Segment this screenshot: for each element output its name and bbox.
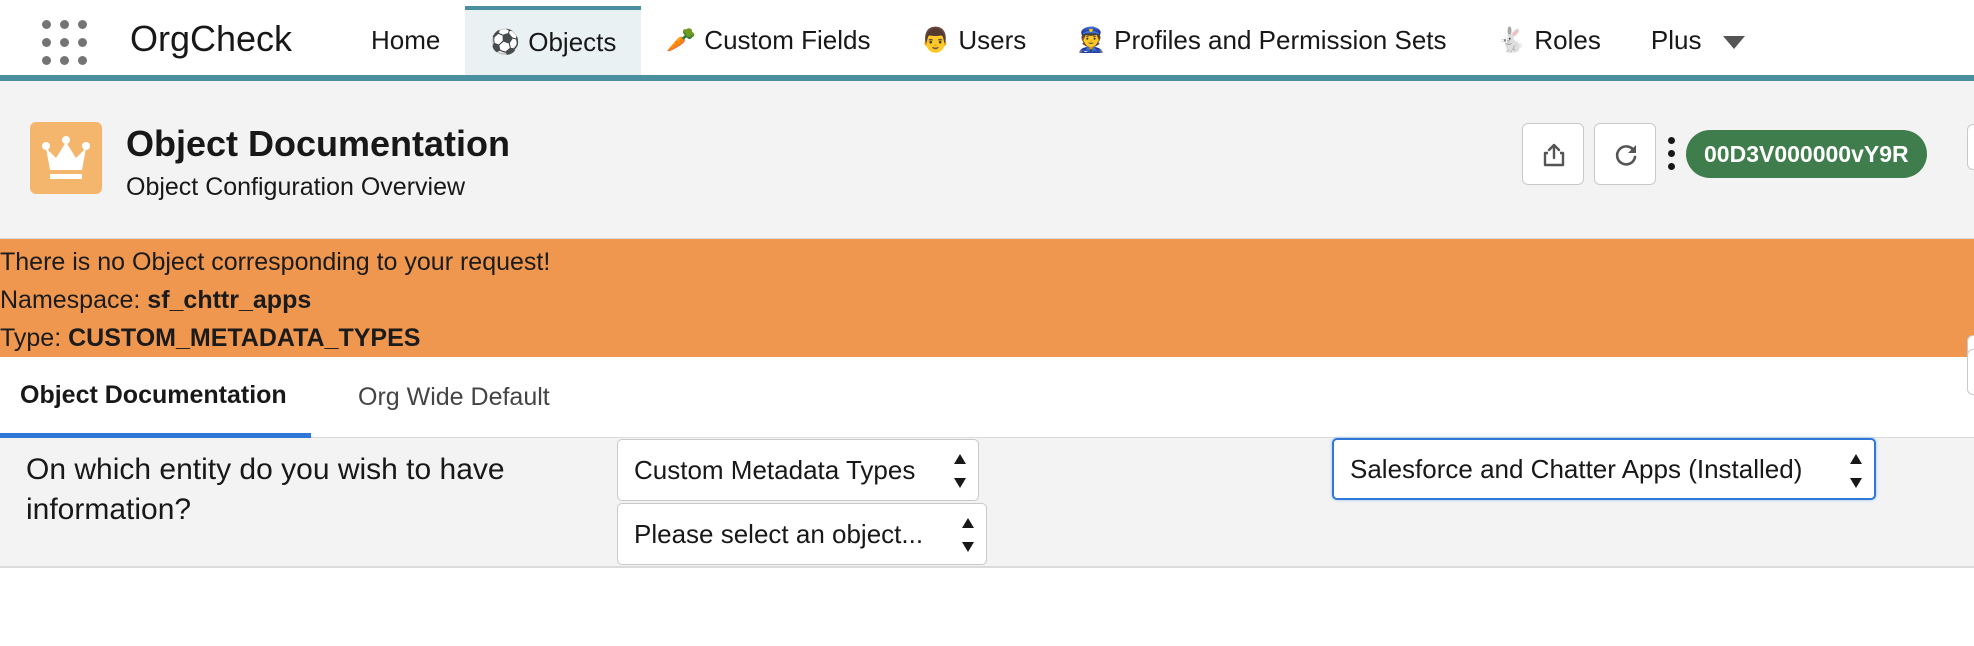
namespace-label: Namespace:	[0, 286, 148, 314]
banner-type: Type: CUSTOM_METADATA_TYPES	[0, 319, 1974, 357]
nav-item-label: Plus	[1650, 25, 1702, 55]
page-header: Object Documentation Object Configuratio…	[0, 81, 1974, 239]
object-select[interactable]: Please select an object...	[617, 503, 987, 565]
nav-item-label: Profiles and Permission Sets	[1114, 25, 1447, 55]
refresh-icon	[1615, 145, 1637, 166]
app-name: OrgCheck	[130, 18, 293, 59]
type-label: Type:	[0, 324, 69, 352]
selection-panel: On which entity do you wish to have info…	[0, 438, 1974, 568]
nav-item-objects[interactable]: ⚽ Objects	[465, 6, 642, 75]
page-subtitle: Object Configuration Overview	[126, 173, 466, 201]
select-arrows-icon	[954, 454, 966, 488]
nav-item-plus[interactable]: Plus	[1626, 6, 1771, 75]
rabbit-icon: 🐇	[1496, 27, 1527, 54]
nav-item-label: Objects	[528, 27, 617, 57]
share-icon	[1543, 143, 1565, 167]
select-arrows-icon	[1850, 454, 1862, 488]
select-arrows-icon	[962, 518, 974, 552]
metadata-type-select[interactable]: Custom Metadata Types	[617, 439, 979, 501]
side-panel-handle[interactable]	[1967, 124, 1974, 170]
app-launcher-icon[interactable]	[42, 20, 88, 66]
org-id-badge: 00D3V000000vY9R	[1686, 130, 1927, 178]
nav-item-label: Custom Fields	[704, 25, 871, 55]
object-select-value: Please select an object...	[634, 518, 924, 549]
tab-bar: Object Documentation Org Wide Default	[0, 349, 1974, 438]
nav-item-roles[interactable]: 🐇 Roles	[1472, 6, 1626, 75]
caret-down-icon	[1723, 36, 1746, 49]
banner-namespace: Namespace: sf_chttr_apps	[0, 281, 1974, 319]
page-title: Object Documentation	[126, 123, 511, 164]
type-value: CUSTOM_METADATA_TYPES	[68, 324, 421, 352]
share-button[interactable]	[1522, 123, 1584, 185]
tab-object-documentation[interactable]: Object Documentation	[0, 357, 311, 438]
nav-items: Home ⚽ Objects 🥕 Custom Fields 👨 Users 👮…	[346, 6, 1770, 75]
nav-item-users[interactable]: 👨 Users	[895, 6, 1051, 75]
warning-banner: There is no Object corresponding to your…	[0, 239, 1974, 381]
nav-item-home[interactable]: Home	[346, 6, 465, 75]
refresh-button[interactable]	[1594, 123, 1656, 185]
carrot-icon: 🥕	[666, 27, 697, 54]
nav-item-label: Users	[958, 25, 1027, 55]
namespace-value: sf_chttr_apps	[147, 286, 312, 314]
package-select[interactable]: Salesforce and Chatter Apps (Installed)	[1332, 438, 1876, 500]
top-navigation: OrgCheck Home ⚽ Objects 🥕 Custom Fields …	[0, 0, 1974, 81]
side-panel-handle[interactable]	[1967, 349, 1974, 395]
soccer-ball-icon: ⚽	[490, 29, 521, 56]
more-options-icon[interactable]	[1666, 137, 1676, 171]
crown-icon	[30, 122, 102, 194]
man-icon: 👨	[920, 27, 951, 54]
police-officer-icon: 👮	[1076, 27, 1107, 54]
tab-org-wide-default[interactable]: Org Wide Default	[358, 357, 550, 438]
nav-item-custom-fields[interactable]: 🥕 Custom Fields	[641, 6, 895, 75]
nav-item-label: Home	[371, 25, 441, 55]
package-select-value: Salesforce and Chatter Apps (Installed)	[1350, 453, 1803, 484]
metadata-type-value: Custom Metadata Types	[634, 454, 916, 485]
banner-message: There is no Object corresponding to your…	[0, 248, 551, 276]
nav-item-profiles-permission-sets[interactable]: 👮 Profiles and Permission Sets	[1051, 6, 1471, 75]
entity-question: On which entity do you wish to have info…	[26, 453, 505, 526]
nav-item-label: Roles	[1534, 25, 1601, 55]
